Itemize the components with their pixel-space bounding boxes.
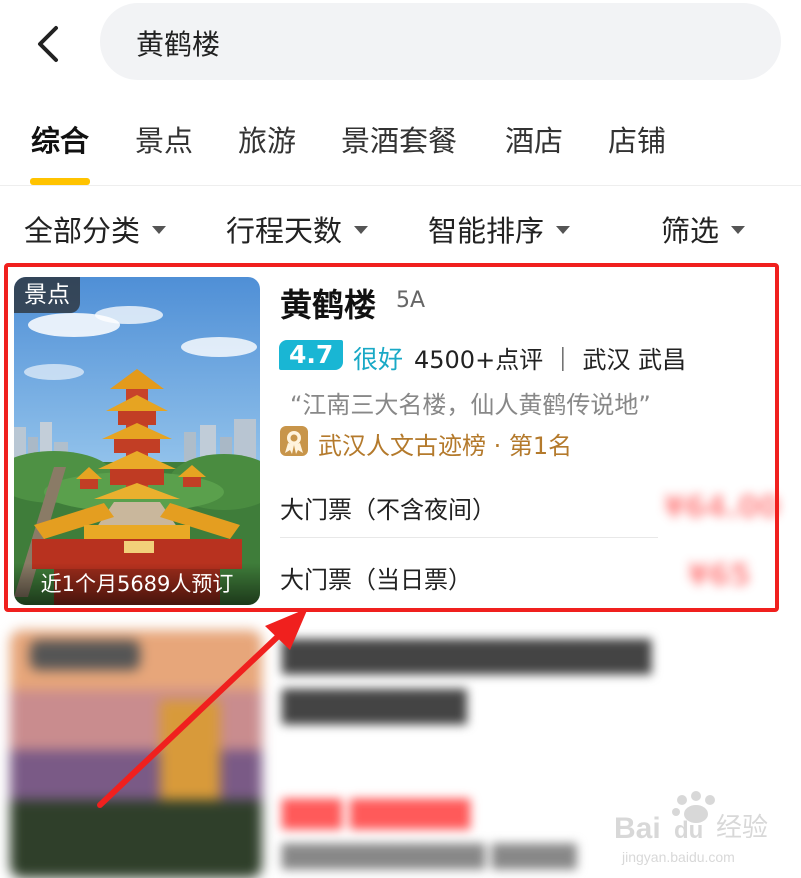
ranking-label[interactable]: 武汉人文古迹榜 · 第1名 — [318, 426, 572, 461]
search-query: 黄鹤楼 — [136, 28, 221, 61]
filter-label: 行程天数 — [226, 214, 343, 248]
blurred-meta: ████████████ █████ — [282, 845, 577, 870]
back-icon[interactable] — [30, 22, 70, 66]
attraction-title[interactable]: 黄鹤楼 — [280, 280, 376, 326]
tab-comprehensive[interactable]: 综合 — [31, 118, 89, 160]
ticket-divider — [280, 537, 658, 538]
filter-label: 筛选 — [661, 214, 720, 248]
blurred-price: ¥64.00 — [664, 490, 780, 525]
blurred-price: ███ ██████ — [282, 800, 471, 830]
attraction-slogan: “江南三大名楼，仙人黄鹤传说地” — [290, 391, 651, 419]
tab-shops[interactable]: 店铺 — [608, 118, 666, 160]
rating-word: 很好 — [353, 345, 404, 374]
caret-down-icon — [731, 226, 746, 234]
rating-score: 4.7 — [279, 340, 344, 370]
filter-label: 智能排序 — [428, 214, 545, 248]
category-tabs: 综合 景点 旅游 景酒套餐 酒店 店铺 — [0, 104, 801, 186]
tab-attractions[interactable]: 景点 — [135, 118, 193, 160]
blurred-title: ████████████████ — [282, 640, 652, 675]
trophy-badge-icon — [279, 425, 309, 457]
svg-text:jingyan.baidu.com: jingyan.baidu.com — [621, 849, 735, 865]
search-input[interactable]: 黄鹤楼 — [100, 3, 781, 80]
filter-trip-days[interactable]: 行程天数 — [226, 208, 369, 250]
caret-down-icon — [354, 226, 369, 234]
review-count-location: 4500+点评 ｜ 武汉 武昌 — [414, 346, 687, 374]
filter-smart-sort[interactable]: 智能排序 — [428, 208, 571, 250]
svg-text:du: du — [674, 817, 703, 844]
ticket-option[interactable]: 大门票（不含夜间） — [280, 490, 496, 525]
active-tab-indicator — [30, 178, 90, 185]
filter-label: 全部分类 — [24, 214, 141, 248]
caret-down-icon — [152, 226, 167, 234]
tab-hotel-packages[interactable]: 景酒套餐 — [341, 118, 457, 160]
filter-screen[interactable]: 筛选 — [661, 208, 746, 250]
baidu-jingyan-watermark: Bai du 经验 jingyan.baidu.com — [612, 790, 801, 870]
filter-all-categories[interactable]: 全部分类 — [24, 208, 167, 250]
blurred-price: ¥65 — [688, 558, 751, 593]
attraction-level: 5A — [396, 288, 426, 313]
blurred-thumbnail — [10, 630, 262, 878]
top-bar: 黄鹤楼 — [0, 0, 801, 92]
svg-text:Bai: Bai — [614, 812, 661, 845]
caret-down-icon — [556, 226, 571, 234]
svg-text:经验: 经验 — [716, 813, 768, 843]
filter-bar: 全部分类 行程天数 智能排序 筛选 — [0, 196, 801, 258]
tab-tours[interactable]: 旅游 — [238, 118, 296, 160]
tab-hotels[interactable]: 酒店 — [505, 118, 563, 160]
attraction-thumbnail[interactable] — [14, 277, 260, 605]
attraction-tag: 景点 — [14, 277, 80, 313]
blurred-title: ████████ — [282, 690, 467, 725]
ticket-option[interactable]: 大门票（当日票） — [280, 560, 472, 595]
booking-count: 近1个月5689人预订 — [14, 563, 260, 605]
